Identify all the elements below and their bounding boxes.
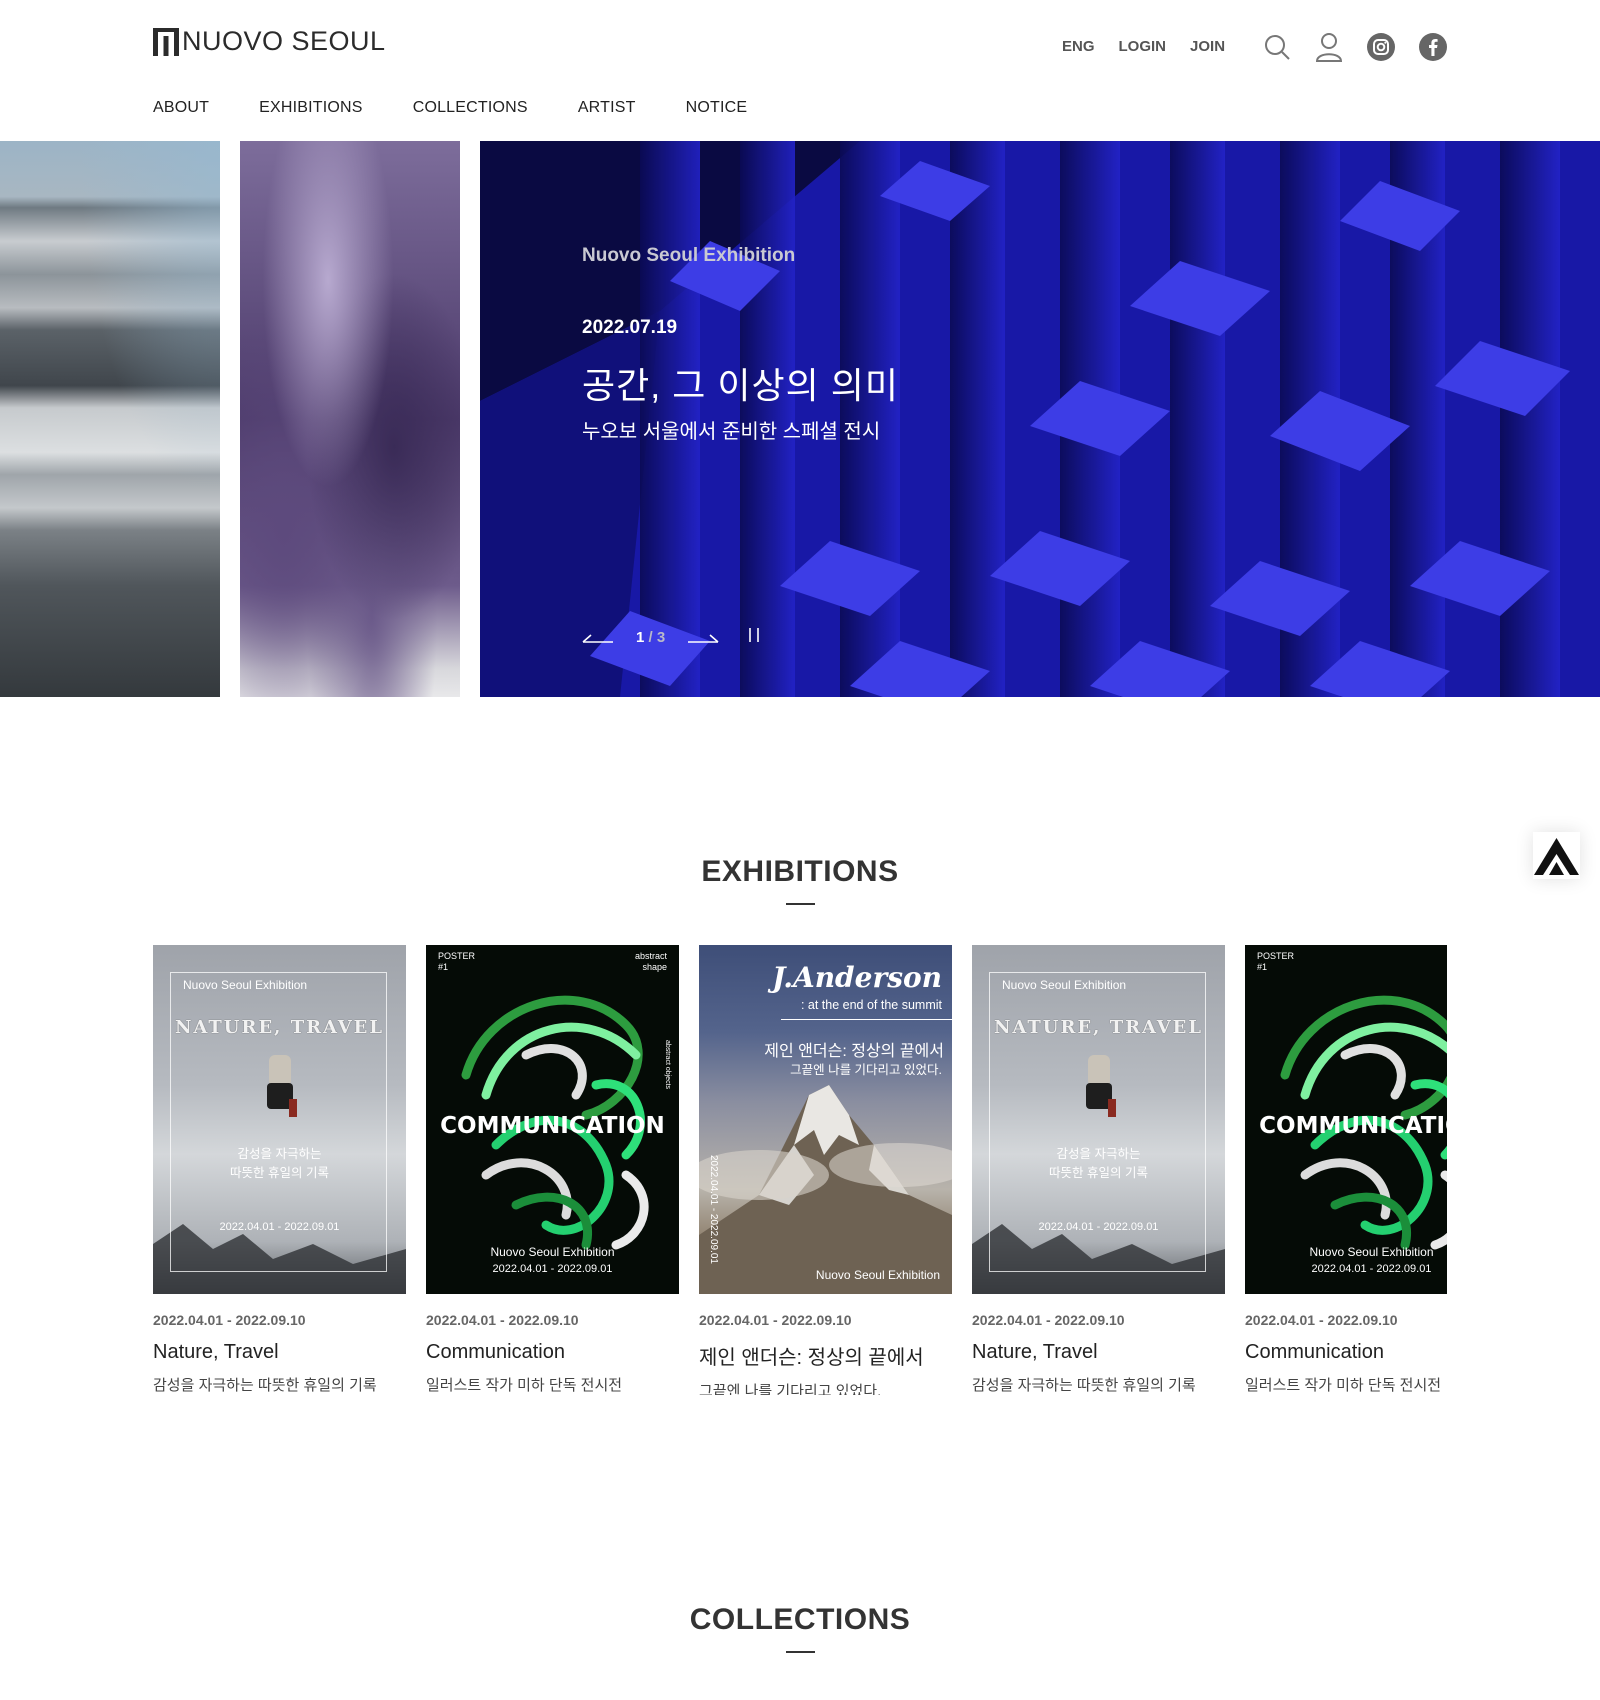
hero-title: 공간, 그 이상의 의미	[582, 365, 899, 406]
poster-footer-label: Nuovo Seoul Exhibition	[1309, 1245, 1434, 1259]
card-description: 그끝엔 나를 기다리고 있었다.	[699, 1383, 882, 1395]
exhibition-card[interactable]: J.Anderson : at the end of the summit 제인…	[699, 945, 952, 1395]
poster-dates: 2022.04.01 - 2022.09.01	[1038, 1221, 1159, 1233]
poster-korean-title: 제인 앤더슨: 정상의 끝에서	[764, 1043, 944, 1060]
nav-about[interactable]: ABOUT	[153, 99, 209, 117]
hero-slide-architecture-image[interactable]	[0, 141, 220, 697]
card-description: 일러스트 작가 미하 단독 전시전	[1245, 1377, 1442, 1394]
poster-tag: POSTER	[1257, 951, 1295, 961]
poster-ko-line2: 따뜻한 휴일의 기록	[1049, 1166, 1148, 1180]
exhibition-card[interactable]: POSTER#1 abstractshape abstract objects …	[1245, 945, 1447, 1395]
exhibition-card[interactable]: Nuovo Seoul Exhibition NATURE, TRAVEL 감성…	[153, 945, 406, 1395]
poster-top-left: POSTER #1	[438, 951, 475, 973]
poster-title: COMMUNICATION	[440, 1113, 665, 1139]
card-title[interactable]: Communication	[426, 1341, 679, 1364]
collections-heading: COLLECTIONS	[689, 1603, 911, 1636]
slide-total: 3	[656, 629, 666, 646]
exhibitions-heading: EXHIBITIONS	[701, 855, 899, 888]
nav-collections[interactable]: COLLECTIONS	[413, 99, 528, 117]
logo[interactable]: NUOVO SEOUL	[153, 26, 386, 57]
nav-notice[interactable]: NOTICE	[686, 99, 748, 117]
poster-korean-text: 감성을 자극하는따뜻한 휴일의 기록	[972, 1145, 1225, 1183]
card-description: 감성을 자극하는 따뜻한 휴일의 기록	[972, 1377, 1196, 1394]
poster-title: NATURE, TRAVEL	[993, 1017, 1204, 1038]
poster-label: Nuovo Seoul Exhibition	[183, 978, 308, 992]
hero-subtitle: 누오보 서울에서 준비한 스페셜 전시	[582, 421, 881, 443]
search-icon[interactable]	[1262, 32, 1292, 62]
card-title[interactable]: 제인 앤더슨: 정상의 끝에서	[699, 1341, 952, 1370]
poster-korean-text: 감성을 자극하는따뜻한 휴일의 기록	[153, 1145, 406, 1183]
poster-title: NATURE, TRAVEL	[174, 1017, 385, 1038]
poster-rule	[781, 1019, 952, 1020]
card-date: 2022.04.01 - 2022.09.10	[153, 1312, 306, 1328]
logo-mark-icon	[153, 27, 179, 56]
poster-label: Nuovo Seoul Exhibition	[1002, 978, 1127, 992]
card-description: 감성을 자극하는 따뜻한 휴일의 기록	[153, 1377, 377, 1394]
poster-communication: POSTER#1 abstractshape abstract objects …	[426, 945, 679, 1294]
poster-subtitle: : at the end of the summit	[800, 998, 942, 1012]
slide-counter: 1 / 3	[636, 629, 665, 646]
poster-title: COMMUNICATION	[1259, 1113, 1447, 1139]
poster-dates: 2022.04.01 - 2022.09.01	[1311, 1263, 1432, 1275]
poster-ko-line2: 따뜻한 휴일의 기록	[230, 1166, 329, 1180]
card-description: 일러스트 작가 미하 단독 전시전	[426, 1377, 623, 1394]
poster-number: #1	[438, 962, 449, 972]
poster-communication: POSTER#1 abstractshape abstract objects …	[1245, 945, 1447, 1294]
exhibitions-heading-underline	[786, 903, 815, 905]
poster-ko-line1: 감성을 자극하는	[237, 1147, 322, 1161]
instagram-icon[interactable]	[1366, 32, 1396, 62]
hero-slide-purple-texture-image[interactable]	[240, 141, 460, 697]
hiker-figure	[267, 1055, 297, 1117]
hero-date: 2022.07.19	[582, 317, 678, 338]
poster-ko-line1: 감성을 자극하는	[1056, 1147, 1141, 1161]
nav-exhibitions[interactable]: EXHIBITIONS	[259, 99, 363, 117]
poster-dates: 2022.04.01 - 2022.09.01	[219, 1221, 340, 1233]
hero-kicker: Nuovo Seoul Exhibition	[582, 245, 796, 266]
card-date: 2022.04.01 - 2022.09.10	[426, 1312, 579, 1328]
poster-anderson: J.Anderson : at the end of the summit 제인…	[699, 945, 952, 1294]
poster-top-right: abstract shape	[635, 951, 667, 973]
exhibitions-carousel: Nuovo Seoul Exhibition NATURE, TRAVEL 감성…	[153, 945, 1447, 1395]
arrow-right-icon[interactable]	[687, 632, 719, 644]
collections-heading-underline	[786, 1651, 815, 1653]
poster-nature-travel: Nuovo Seoul Exhibition NATURE, TRAVEL 감성…	[972, 945, 1225, 1294]
poster-tag: POSTER	[438, 951, 476, 961]
poster-number: #1	[1257, 962, 1268, 972]
card-title[interactable]: Nature, Travel	[972, 1341, 1225, 1364]
poster-top-left: POSTER #1	[1257, 951, 1294, 973]
hero-slider: Nuovo Seoul Exhibition 2022.07.19 공간, 그 …	[0, 141, 1600, 697]
poster-tag-right-sub: shape	[642, 962, 667, 972]
pause-icon[interactable]	[747, 627, 761, 648]
arrow-left-icon[interactable]	[582, 632, 614, 644]
slide-separator: /	[644, 629, 657, 646]
nav-artist[interactable]: ARTIST	[578, 99, 636, 117]
utility-nav: ENG LOGIN JOIN	[1062, 38, 1225, 55]
hero-controls: 1 / 3	[582, 627, 761, 648]
poster-footer-label: Nuovo Seoul Exhibition	[815, 1268, 940, 1282]
header-icons	[1262, 32, 1448, 62]
poster-artist-name: J.Anderson	[772, 961, 942, 994]
poster-footer-label: Nuovo Seoul Exhibition	[490, 1245, 615, 1259]
card-date: 2022.04.01 - 2022.09.10	[1245, 1312, 1398, 1328]
card-date: 2022.04.01 - 2022.09.10	[699, 1312, 852, 1328]
main-nav: ABOUT EXHIBITIONS COLLECTIONS ARTIST NOT…	[153, 99, 797, 117]
lang-eng-link[interactable]: ENG	[1062, 38, 1095, 55]
login-link[interactable]: LOGIN	[1119, 38, 1167, 55]
exhibition-card[interactable]: POSTER#1 abstractshape abstract objects …	[426, 945, 679, 1395]
card-date: 2022.04.01 - 2022.09.10	[972, 1312, 1125, 1328]
facebook-icon[interactable]	[1418, 32, 1448, 62]
poster-dates: 2022.04.01 - 2022.09.01	[492, 1263, 613, 1275]
logo-text: NUOVO SEOUL	[182, 26, 386, 56]
hiker-figure	[1086, 1055, 1116, 1117]
poster-tag-right: abstract	[634, 951, 667, 961]
user-icon[interactable]	[1314, 32, 1344, 62]
exhibition-card[interactable]: Nuovo Seoul Exhibition NATURE, TRAVEL 감성…	[972, 945, 1225, 1395]
poster-korean-subtitle: 그끝엔 나를 기다리고 있었다.	[790, 1063, 942, 1077]
poster-nature-travel: Nuovo Seoul Exhibition NATURE, TRAVEL 감성…	[153, 945, 406, 1294]
poster-vertical-dates: 2022.04.01 - 2022.09.01	[708, 1155, 719, 1264]
card-title[interactable]: Communication	[1245, 1341, 1447, 1364]
poster-side-text: abstract objects	[664, 1040, 671, 1090]
card-title[interactable]: Nature, Travel	[153, 1341, 406, 1364]
join-link[interactable]: JOIN	[1190, 38, 1225, 55]
